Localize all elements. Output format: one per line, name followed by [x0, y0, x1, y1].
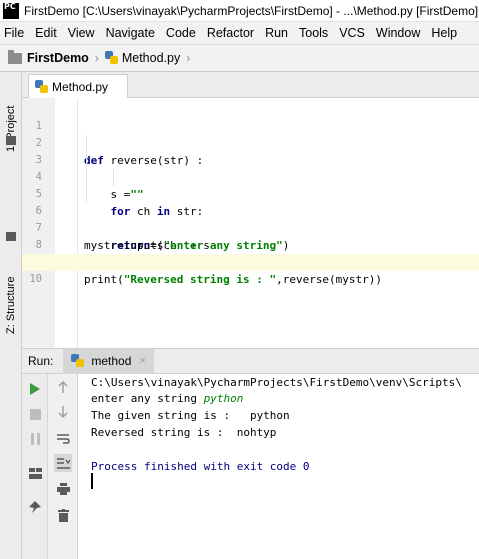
code-line: 4 for ch in str: — [22, 152, 479, 218]
arrow-up-icon — [58, 381, 68, 393]
code-line: 1 — [22, 101, 479, 132]
structure-window-icon — [6, 232, 16, 241]
menu-help[interactable]: Help — [431, 26, 457, 40]
line-number: 10 — [29, 273, 42, 285]
close-icon[interactable]: × — [139, 355, 145, 367]
menu-code[interactable]: Code — [166, 26, 196, 40]
code-line-current: 10 — [22, 254, 479, 285]
chevron-right-icon: › — [186, 51, 191, 65]
pin-button[interactable] — [26, 498, 44, 516]
menu-window[interactable]: Window — [376, 26, 420, 40]
folder-icon — [8, 49, 22, 64]
python-file-icon — [71, 354, 85, 368]
code-text: print("Reversed string is : ",reverse(my… — [84, 273, 383, 286]
menu-vcs[interactable]: VCS — [339, 26, 365, 40]
breadcrumb-file[interactable]: Method.py — [122, 51, 180, 65]
menu-navigate[interactable]: Navigate — [106, 26, 155, 40]
python-file-icon — [35, 79, 49, 94]
code-line: 9 print("Reversed string is : ",reverse(… — [22, 237, 479, 286]
clear-all-button[interactable] — [54, 506, 72, 524]
code-editor[interactable]: 1 2 def reverse(str) : 3 s ="" 4 for ch … — [22, 98, 479, 348]
project-window-icon — [6, 136, 16, 145]
stop-button[interactable] — [26, 405, 44, 423]
run-toolbar-secondary — [48, 374, 78, 559]
breadcrumb: FirstDemo › Method.py › — [0, 44, 479, 72]
scroll-down-button[interactable] — [54, 403, 72, 421]
structure-tool-tab[interactable]: Z: Structure — [0, 242, 22, 334]
menu-view[interactable]: View — [68, 26, 95, 40]
layout-button[interactable] — [26, 464, 44, 482]
rerun-button[interactable] — [26, 380, 44, 398]
console-user-input: python — [203, 392, 244, 405]
run-toolbar-primary — [22, 374, 48, 559]
pause-icon — [30, 433, 40, 445]
left-tool-strip: 1: Project Z: Structure — [0, 72, 22, 559]
code-line: 2 def reverse(str) : — [22, 118, 479, 167]
scroll-to-end-button[interactable] — [54, 454, 72, 472]
play-icon — [30, 383, 40, 395]
stop-icon — [29, 408, 41, 420]
pycharm-logo-icon: PC — [3, 2, 19, 19]
editor-tab-label: Method.py — [52, 79, 109, 94]
printer-icon — [56, 483, 70, 495]
print-button[interactable] — [54, 480, 72, 498]
soft-wrap-button[interactable] — [54, 429, 72, 447]
editor-tab-method-py[interactable]: Method.py — [28, 74, 128, 98]
code-line: 8 print("The given string is : ",mystr) — [22, 220, 479, 269]
console-text-cursor — [91, 473, 93, 489]
scroll-up-button[interactable] — [54, 378, 72, 396]
breadcrumb-project[interactable]: FirstDemo — [27, 51, 89, 65]
code-line: 3 s ="" — [22, 135, 479, 201]
code-line: 5 s = ch + s — [22, 169, 479, 252]
menu-refactor[interactable]: Refactor — [207, 26, 254, 40]
console-exit-line: Process finished with exit code 0 — [91, 460, 310, 473]
layout-icon — [28, 467, 42, 479]
console-given-line: The given string is : python — [91, 409, 290, 422]
console-prompt: enter any string — [91, 392, 204, 405]
run-panel-header: Run: method × — [22, 348, 479, 374]
run-label: Run: — [28, 354, 54, 368]
title-bar: PC FirstDemo [C:\Users\vinayak\PycharmPr… — [0, 0, 479, 22]
pause-button[interactable] — [26, 430, 44, 448]
code-line: 7 mystr=input("enter any string") — [22, 203, 479, 252]
scroll-to-end-icon — [56, 458, 70, 469]
code-line: 6 return s — [22, 186, 479, 252]
console-path-line: C:\Users\vinayak\PycharmProjects\FirstDe… — [91, 376, 462, 389]
run-tab-label: method — [91, 354, 132, 368]
chevron-right-icon: › — [94, 51, 99, 65]
menu-tools[interactable]: Tools — [299, 26, 328, 40]
menu-edit[interactable]: Edit — [35, 26, 57, 40]
arrow-down-icon — [58, 406, 68, 418]
console-prompt-line: enter any string python — [91, 390, 243, 407]
trash-icon — [57, 508, 69, 522]
run-tab-method[interactable]: method × — [63, 348, 154, 374]
window-title: FirstDemo [C:\Users\vinayak\PycharmProje… — [24, 3, 479, 18]
soft-wrap-icon — [56, 433, 70, 444]
console-reversed-line: Reversed string is : nohtyp — [91, 426, 277, 439]
menu-bar: File Edit View Navigate Code Refactor Ru… — [0, 22, 479, 44]
menu-run[interactable]: Run — [265, 26, 288, 40]
editor-tab-bar: Method.py — [22, 72, 479, 98]
python-file-icon — [104, 51, 119, 65]
run-console[interactable]: C:\Users\vinayak\PycharmProjects\FirstDe… — [78, 374, 479, 559]
menu-file[interactable]: File — [4, 26, 24, 40]
pin-icon — [29, 501, 41, 513]
